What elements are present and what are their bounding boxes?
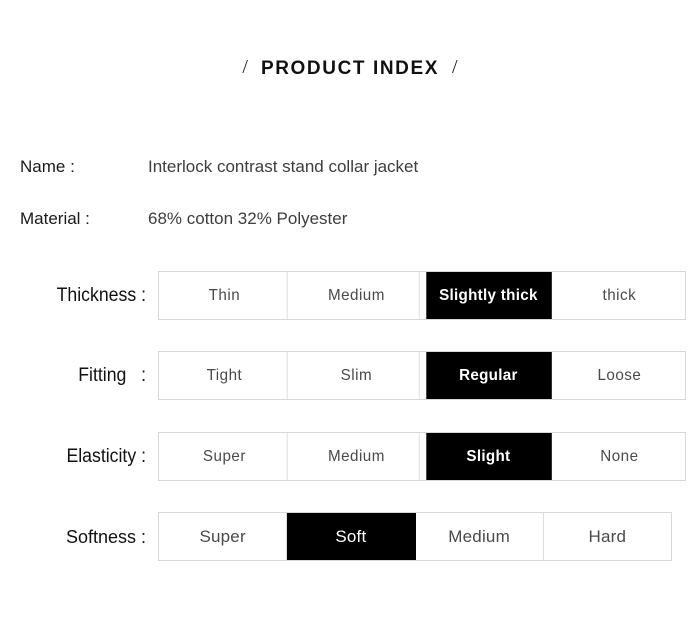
option-fitting-1[interactable]: Slim	[294, 352, 420, 399]
option-thickness-0[interactable]: Thin	[162, 272, 288, 319]
option-fitting-3[interactable]: Loose	[558, 352, 682, 399]
title-label: PRODUCT INDEX	[260, 58, 440, 79]
option-fitting-2[interactable]: Regular	[425, 352, 551, 399]
option-softness-2[interactable]: Medium	[416, 513, 544, 560]
option-group-elasticity: Super Medium Slight None	[158, 432, 686, 481]
title-slash-left: /	[242, 56, 248, 78]
attribute-label-elasticity: Elasticity :	[66, 446, 146, 467]
info-label-name: Name :	[20, 157, 75, 176]
attribute-row-elasticity: Elasticity : Super Medium Slight None	[0, 432, 700, 482]
option-group-fitting: Tight Slim Regular Loose	[158, 351, 686, 400]
attribute-label-fitting: Fitting :	[78, 365, 146, 386]
option-thickness-1[interactable]: Medium	[294, 272, 420, 319]
option-thickness-2[interactable]: Slightly thick	[425, 272, 551, 319]
attribute-row-softness: Softness : Super Soft Medium Hard	[0, 512, 700, 562]
option-elasticity-2[interactable]: Slight	[425, 433, 551, 480]
option-group-thickness: Thin Medium Slightly thick thick	[158, 271, 686, 320]
option-elasticity-3[interactable]: None	[558, 433, 682, 480]
option-softness-3[interactable]: Hard	[544, 513, 671, 560]
option-group-softness: Super Soft Medium Hard	[158, 512, 672, 561]
info-value-name: Interlock contrast stand collar jacket	[148, 157, 419, 176]
option-elasticity-0[interactable]: Super	[162, 433, 288, 480]
title-slash-right: /	[452, 56, 458, 78]
attribute-label-thickness: Thickness :	[56, 285, 146, 306]
info-label-material: Material :	[20, 209, 90, 228]
info-row-name: Name : Interlock contrast stand collar j…	[0, 152, 700, 182]
option-softness-0[interactable]: Super	[159, 513, 288, 560]
attribute-row-fitting: Fitting : Tight Slim Regular Loose	[0, 351, 700, 401]
option-fitting-0[interactable]: Tight	[162, 352, 288, 399]
attribute-label-softness: Softness :	[65, 527, 146, 547]
option-elasticity-1[interactable]: Medium	[294, 433, 420, 480]
option-thickness-3[interactable]: thick	[558, 272, 682, 319]
option-softness-1[interactable]: Soft	[287, 513, 416, 560]
info-row-material: Material : 68% cotton 32% Polyester	[0, 204, 700, 234]
page-title: / PRODUCT INDEX /	[0, 56, 700, 80]
info-value-material: 68% cotton 32% Polyester	[148, 209, 348, 228]
attribute-row-thickness: Thickness : Thin Medium Slightly thick t…	[0, 271, 700, 321]
